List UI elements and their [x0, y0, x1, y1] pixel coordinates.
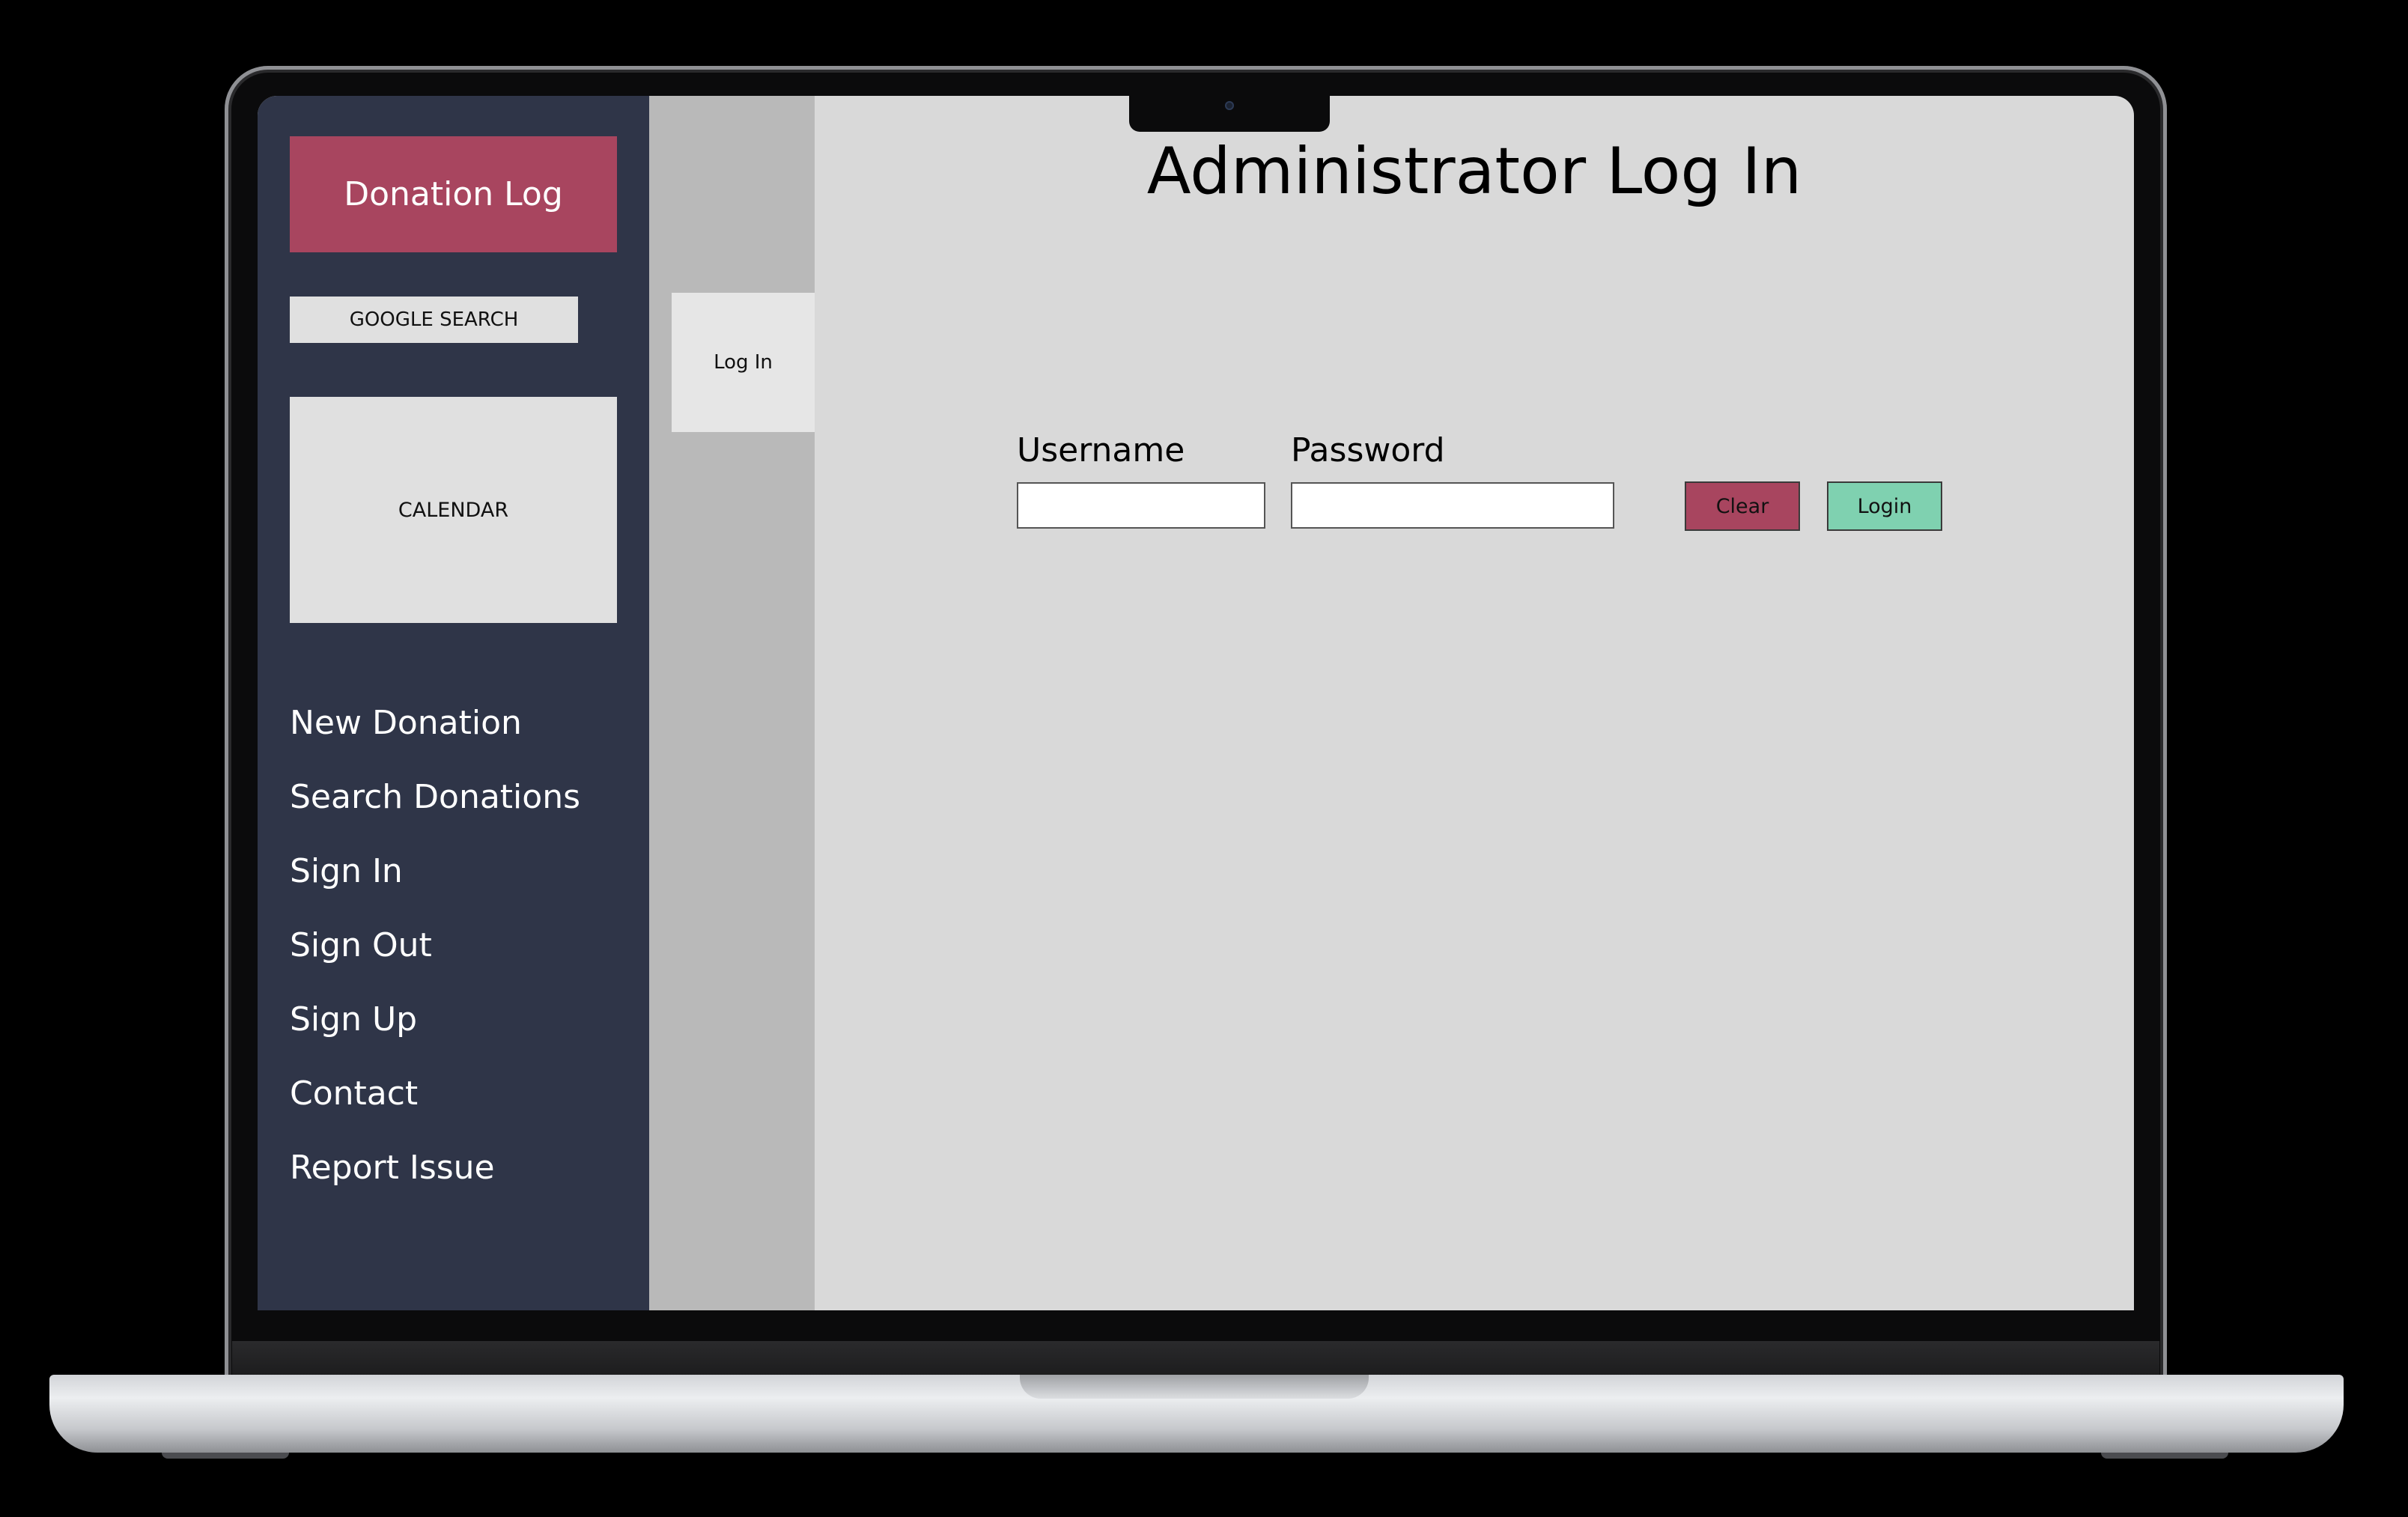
- nav-item-sign-up[interactable]: Sign Up: [290, 982, 580, 1057]
- password-label: Password: [1291, 431, 1445, 469]
- google-search-button[interactable]: GOOGLE SEARCH: [290, 297, 578, 343]
- tab-strip: Log In: [649, 96, 815, 1310]
- tab-log-in[interactable]: Log In: [672, 293, 815, 432]
- laptop-screen: Donation Log GOOGLE SEARCH CALENDAR New …: [258, 96, 2134, 1310]
- calendar-label: CALENDAR: [398, 498, 509, 522]
- username-input[interactable]: [1017, 482, 1265, 529]
- nav-item-search-donations[interactable]: Search Donations: [290, 760, 580, 834]
- sidebar-nav: New Donation Search Donations Sign In Si…: [290, 686, 580, 1205]
- nav-item-sign-in[interactable]: Sign In: [290, 834, 580, 908]
- page-title: Administrator Log In: [1146, 134, 1802, 209]
- nav-item-new-donation[interactable]: New Donation: [290, 686, 580, 760]
- donation-log-button[interactable]: Donation Log: [290, 136, 617, 252]
- password-input[interactable]: [1291, 482, 1614, 529]
- username-label: Username: [1017, 431, 1185, 469]
- main-content: Administrator Log In Username Password C…: [815, 96, 2134, 1310]
- calendar-widget[interactable]: CALENDAR: [290, 397, 617, 623]
- camera-notch: [1129, 96, 1330, 132]
- nav-item-sign-out[interactable]: Sign Out: [290, 908, 580, 982]
- laptop-foot-right: [2101, 1453, 2228, 1459]
- lid-opening-notch: [1020, 1375, 1369, 1399]
- nav-item-contact[interactable]: Contact: [290, 1057, 580, 1131]
- camera-icon: [1225, 101, 1234, 110]
- nav-item-report-issue[interactable]: Report Issue: [290, 1131, 580, 1205]
- laptop-foot-left: [162, 1453, 289, 1459]
- clear-button[interactable]: Clear: [1685, 481, 1800, 531]
- laptop-lid: Donation Log GOOGLE SEARCH CALENDAR New …: [225, 66, 2167, 1382]
- laptop-base: [49, 1375, 2344, 1453]
- login-button[interactable]: Login: [1827, 481, 1942, 531]
- sidebar: Donation Log GOOGLE SEARCH CALENDAR New …: [258, 96, 649, 1310]
